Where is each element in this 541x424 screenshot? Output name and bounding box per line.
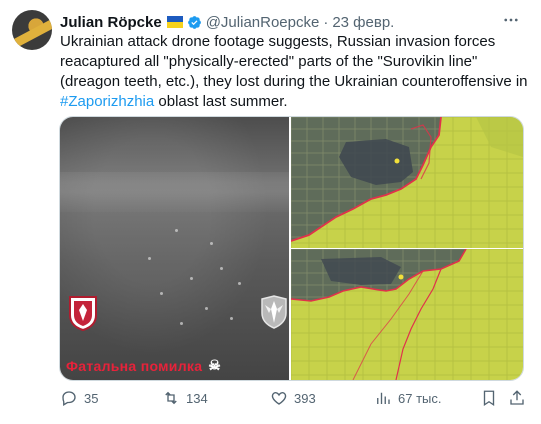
video-speck (238, 282, 241, 285)
reply-icon (62, 391, 76, 406)
front-map-before[interactable] (291, 117, 523, 248)
skull-icon: ☠ (208, 357, 222, 373)
video-speck (230, 317, 233, 320)
video-caption-text: Фатальна помилка (66, 357, 203, 374)
media-grid: Фатальна помилка ☠ (59, 116, 524, 381)
tweet-text-before: Ukrainian attack drone footage suggests,… (60, 33, 528, 90)
reply-button[interactable]: 35 (60, 388, 98, 408)
unit-emblem-icon (261, 295, 287, 329)
video-speck (180, 322, 183, 325)
verified-icon[interactable] (187, 15, 202, 30)
video-speck (175, 229, 178, 232)
tweet[interactable]: Julian Röpcke @JulianRoepcke · 23 февр. … (0, 0, 541, 424)
tweet-text-after: oblast last summer. (154, 93, 288, 110)
like-button[interactable]: 393 (270, 388, 316, 408)
video-caption: Фатальна помилка ☠ (66, 357, 221, 374)
views-button[interactable]: 67 тыс. (374, 388, 441, 408)
repost-button[interactable]: 134 (162, 388, 208, 408)
tweet-text: Ukrainian attack drone footage suggests,… (60, 32, 530, 112)
repost-count: 134 (186, 390, 208, 406)
drone-video[interactable]: Фатальна помилка ☠ (60, 117, 289, 380)
video-speck (160, 292, 163, 295)
front-map-after[interactable] (291, 249, 523, 380)
tweet-date[interactable]: 23 февр. (332, 14, 394, 31)
repost-icon (165, 391, 177, 405)
author-handle[interactable]: @JulianRoepcke (206, 14, 320, 31)
bookmark-icon (483, 390, 495, 407)
video-speck (205, 307, 208, 310)
author-name[interactable]: Julian Röpcke (60, 14, 162, 31)
share-icon (510, 390, 524, 405)
video-speck (220, 267, 223, 270)
bookmark-button[interactable] (480, 388, 498, 408)
hashtag-link[interactable]: #Zaporizhzhia (60, 93, 154, 110)
video-speck (148, 257, 151, 260)
reply-count: 35 (84, 390, 99, 406)
like-count: 393 (294, 390, 316, 406)
like-icon (271, 392, 287, 405)
views-icon (377, 392, 390, 404)
ukraine-flag-icon (166, 16, 183, 28)
separator-dot: · (323, 13, 329, 31)
more-icon[interactable] (499, 10, 523, 30)
action-bar: 35 134 393 67 тыс. (60, 388, 530, 408)
video-speck (210, 242, 213, 245)
video-speck (190, 277, 193, 280)
view-count: 67 тыс. (398, 390, 442, 406)
avatar[interactable] (12, 10, 52, 50)
video-horizon (60, 172, 289, 212)
share-button[interactable] (508, 388, 526, 408)
tweet-header: Julian Röpcke @JulianRoepcke · 23 февр. (60, 12, 394, 32)
unit-shield-icon (69, 296, 97, 331)
